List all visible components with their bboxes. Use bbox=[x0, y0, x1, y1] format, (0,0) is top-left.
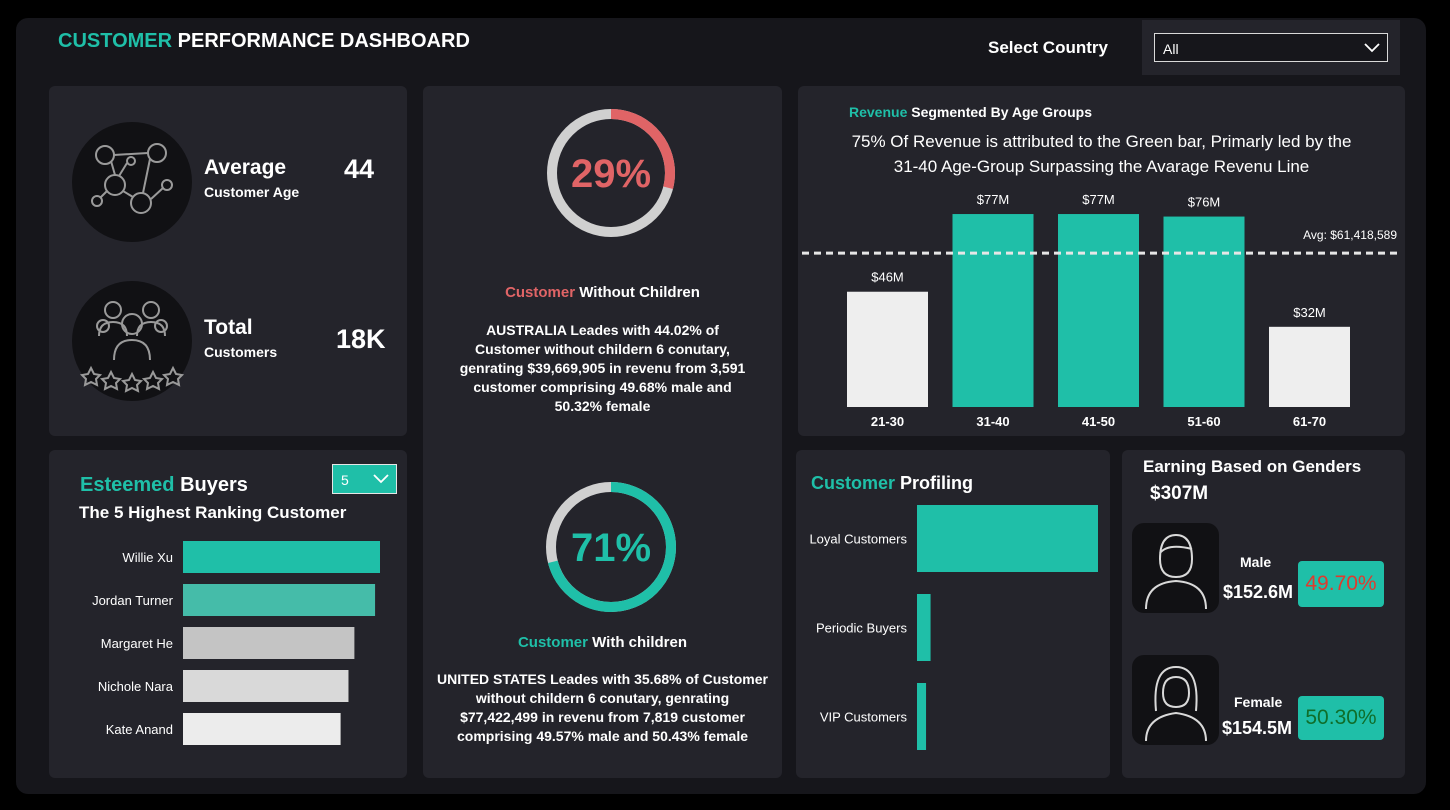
profiling-category-label: VIP Customers bbox=[820, 710, 908, 725]
customers-group-icon bbox=[72, 281, 192, 401]
page-title-rest: PERFORMANCE DASHBOARD bbox=[177, 30, 470, 52]
avg-age-value: 44 bbox=[344, 154, 375, 184]
buyer-bar[interactable] bbox=[183, 541, 380, 573]
gender-title: Earning Based on Genders bbox=[1143, 457, 1362, 476]
female-avatar-icon bbox=[1132, 655, 1219, 745]
revenue-data-label: $76M bbox=[1188, 195, 1221, 210]
buyers-chart: Willie Xu Jordan Turner Margaret He Nichole… bbox=[92, 541, 380, 745]
esteemed-buyers-title-accent: Esteemed bbox=[80, 474, 175, 496]
without-children-title-accent: Customer bbox=[505, 284, 576, 301]
buyer-name-label: Jordan Turner bbox=[92, 593, 174, 608]
revenue-bar-61-70[interactable] bbox=[1269, 326, 1350, 407]
top-n-value: 5 bbox=[341, 472, 349, 488]
esteemed-buyers-subtitle: The 5 Highest Ranking Customer bbox=[79, 503, 347, 522]
male-label: Male bbox=[1240, 554, 1272, 570]
revenue-category-label: 31-40 bbox=[976, 414, 1009, 429]
chevron-down-icon bbox=[1364, 43, 1380, 53]
revenue-data-label: $77M bbox=[977, 192, 1010, 207]
without-children-pct: 29% bbox=[570, 152, 652, 196]
profiling-chart: Loyal Customers Periodic Buyers VIP Custom… bbox=[809, 505, 1098, 750]
with-children-title-rest: With children bbox=[592, 634, 688, 651]
revenue-category-label: 51-60 bbox=[1187, 414, 1220, 429]
revenue-data-label: $46M bbox=[871, 270, 904, 285]
customer-profiling-panel: Customer Profiling Loyal Customers Period… bbox=[796, 450, 1110, 778]
gender-total: $307M bbox=[1150, 483, 1209, 504]
with-children-title-accent: Customer bbox=[517, 634, 588, 651]
revenue-panel: Revenue Segmented By Age Groups 75% Of R… bbox=[798, 86, 1405, 436]
without-children-title: Customer Without Children bbox=[423, 284, 782, 301]
revenue-bar-31-40[interactable] bbox=[952, 214, 1034, 407]
revenue-bar-51-60[interactable] bbox=[1163, 216, 1245, 407]
revenue-bar-41-50[interactable] bbox=[1058, 214, 1139, 407]
top-n-dropdown[interactable]: 5 bbox=[332, 464, 397, 494]
female-earnings: $154.5M bbox=[1222, 718, 1293, 738]
select-country-label: Select Country bbox=[988, 38, 1108, 57]
gender-panel: Earning Based on Genders $307M Male $152… bbox=[1122, 450, 1405, 778]
revenue-category-label: 21-30 bbox=[871, 414, 904, 429]
profiling-category-label: Loyal Customers bbox=[809, 532, 907, 547]
avg-age-subtitle: Customer Age bbox=[204, 184, 300, 200]
esteemed-buyers-panel: Esteemed Buyers The 5 Highest Ranking Cu… bbox=[49, 450, 407, 778]
country-dropdown-value: All bbox=[1163, 41, 1179, 57]
female-label: Female bbox=[1234, 694, 1283, 710]
revenue-category-label: 41-50 bbox=[1082, 414, 1115, 429]
profiling-category-label: Periodic Buyers bbox=[816, 621, 908, 636]
with-children-description: UNITED STATES Leades with 35.68% of Cust… bbox=[437, 671, 768, 744]
total-customers-value: 18K bbox=[336, 324, 386, 354]
page-title: CUSTOMER PERFORMANCE DASHBOARD bbox=[58, 30, 470, 53]
customer-profiling-title-rest: Profiling bbox=[900, 473, 974, 493]
buyer-bar[interactable] bbox=[183, 670, 349, 702]
profiling-bar[interactable] bbox=[917, 594, 931, 661]
buyer-name-label: Margaret He bbox=[101, 636, 173, 651]
with-children-title: Customer With children bbox=[423, 634, 782, 651]
customer-profiling-title: Customer Profiling bbox=[811, 473, 973, 494]
esteemed-buyers-title-rest: Buyers bbox=[180, 474, 248, 496]
revenue-category-label: 61-70 bbox=[1293, 414, 1326, 429]
esteemed-buyers-title: Esteemed Buyers bbox=[80, 474, 248, 497]
total-customers-subtitle: Customers bbox=[204, 344, 278, 360]
revenue-data-label: $77M bbox=[1082, 192, 1115, 207]
revenue-chart: $46M 21-30 $77M 31-40 $77M 41-50 $76M 51-60 $32M… bbox=[802, 192, 1401, 429]
male-earnings: $152.6M bbox=[1223, 582, 1294, 602]
without-children-description: AUSTRALIA Leades with 44.02% of Customer… bbox=[459, 322, 746, 414]
chevron-down-icon bbox=[373, 474, 389, 484]
kpi-panel: Average Customer Age 44 Total Customers … bbox=[49, 86, 407, 436]
total-customers-title: Total bbox=[204, 316, 253, 339]
buyer-bar[interactable] bbox=[183, 713, 341, 745]
buyer-bar[interactable] bbox=[183, 584, 376, 616]
buyer-bar[interactable] bbox=[183, 627, 355, 659]
buyer-name-label: Kate Anand bbox=[106, 722, 173, 737]
country-dropdown[interactable]: All bbox=[1154, 33, 1388, 62]
page-title-accent: CUSTOMER bbox=[58, 30, 173, 52]
children-panel: 29% Customer Without Children AUSTRALIA … bbox=[423, 86, 782, 778]
female-pct-badge: 50.30% bbox=[1298, 696, 1384, 740]
avg-age-title: Average bbox=[204, 156, 287, 179]
buyer-name-label: Willie Xu bbox=[122, 550, 173, 565]
buyer-name-label: Nichole Nara bbox=[98, 679, 174, 694]
male-pct-badge: 49.70% bbox=[1298, 561, 1384, 607]
customer-profiling-title-accent: Customer bbox=[811, 473, 896, 493]
revenue-bar-21-30[interactable] bbox=[847, 291, 928, 407]
male-avatar-icon bbox=[1132, 523, 1219, 613]
profiling-bar[interactable] bbox=[917, 505, 1098, 572]
with-children-pct: 71% bbox=[570, 526, 652, 570]
profiling-bar[interactable] bbox=[917, 683, 927, 750]
without-children-title-rest: Without Children bbox=[579, 284, 700, 301]
revenue-data-label: $32M bbox=[1293, 305, 1326, 320]
network-users-icon bbox=[72, 122, 192, 242]
